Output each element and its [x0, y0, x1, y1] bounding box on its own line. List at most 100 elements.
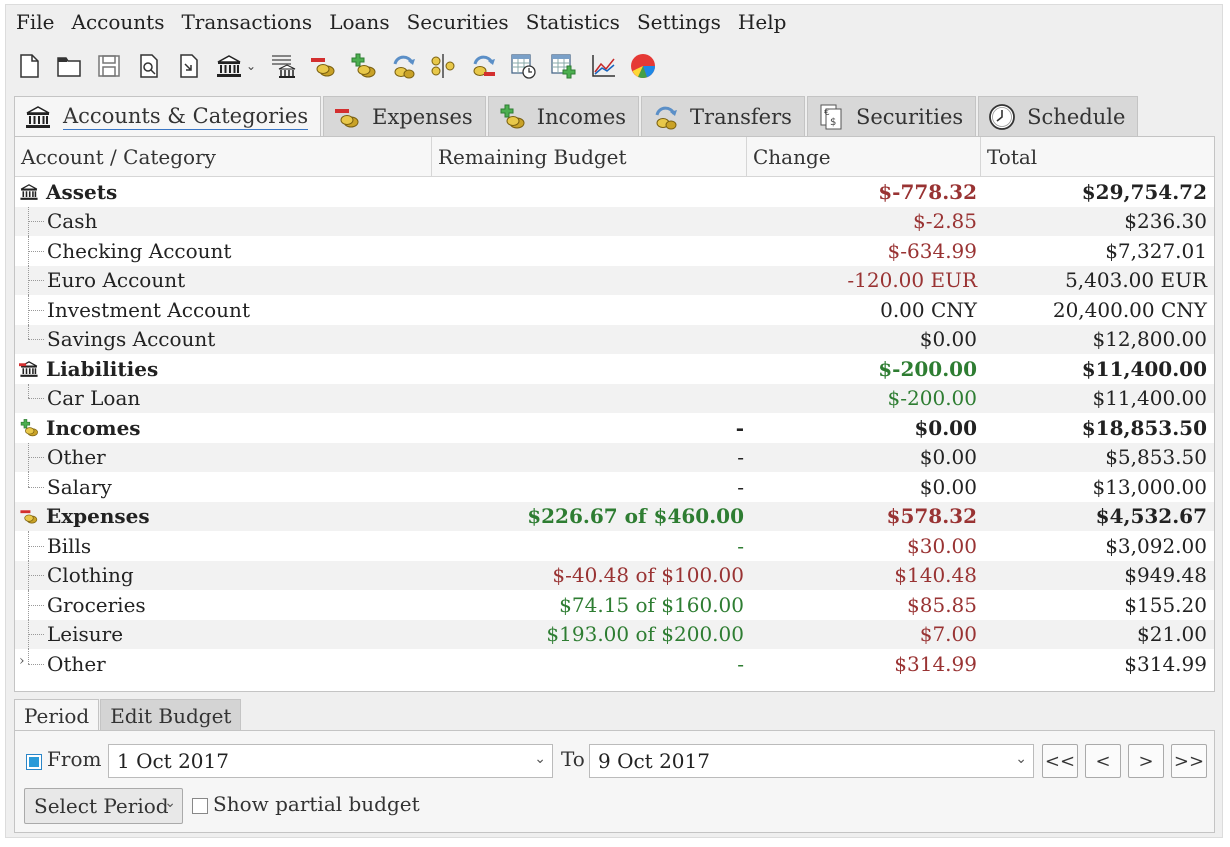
- svg-text:$: $: [830, 117, 836, 128]
- cell-change: $7.00: [919, 622, 977, 647]
- tree-row[interactable]: Bills - $30.00 $3,092.00: [15, 531, 1214, 561]
- menu-securities[interactable]: Securities: [401, 10, 520, 34]
- row-label: Groceries: [47, 592, 146, 617]
- tree-row[interactable]: Other - $0.00 $5,853.50: [15, 442, 1214, 472]
- menu-loans[interactable]: Loans: [323, 10, 400, 34]
- schedule-icon[interactable]: [508, 50, 538, 82]
- tree-row[interactable]: Clothing $-40.48 of $100.00 $140.48 $949.48: [15, 560, 1214, 590]
- from-date-field[interactable]: 1 Oct 2017 ⌄: [108, 744, 553, 778]
- menu-accounts[interactable]: Accounts: [66, 10, 176, 34]
- from-checkbox[interactable]: [26, 754, 42, 770]
- previous-month-button[interactable]: <: [1085, 744, 1121, 778]
- cell-name: Liabilities: [15, 354, 432, 384]
- previous-year-button[interactable]: <<: [1042, 744, 1078, 778]
- tree-branch-line: [15, 324, 45, 355]
- tree-row[interactable]: › Other - $314.99 $314.99: [15, 649, 1214, 679]
- new-transfer-icon[interactable]: [388, 50, 418, 82]
- tree-branch-line: [15, 590, 45, 620]
- menu-settings[interactable]: Settings: [631, 10, 732, 34]
- partial-budget-checkbox[interactable]: [192, 798, 208, 814]
- tree-row[interactable]: Leisure $193.00 of $200.00 $7.00 $21.00: [15, 619, 1214, 649]
- cell-remaining-budget: -: [737, 651, 744, 676]
- cell-total: $3,092.00: [1105, 533, 1207, 558]
- expand-arrow-icon[interactable]: ›: [19, 653, 25, 669]
- print-preview-icon[interactable]: [134, 50, 164, 82]
- cell-change: $-2.85: [912, 209, 977, 234]
- tree-row[interactable]: Salary - $0.00 $13,000.00: [15, 472, 1214, 502]
- chevron-down-icon[interactable]: ⌄: [246, 59, 256, 73]
- split-transaction-icon[interactable]: [428, 50, 458, 82]
- tree-row-group[interactable]: Incomes - $0.00 $18,853.50: [15, 413, 1214, 443]
- cell-change: $0.00: [919, 327, 977, 352]
- add-schedule-icon[interactable]: [548, 50, 578, 82]
- cell-change: $0.00: [919, 474, 977, 499]
- menu-statistics[interactable]: Statistics: [520, 10, 631, 34]
- tree-row[interactable]: Euro Account -120.00 EUR 5,403.00 EUR: [15, 265, 1214, 295]
- tab-transfers[interactable]: Transfers: [641, 96, 805, 136]
- cell-name: Leisure: [15, 619, 432, 649]
- new-account-icon[interactable]: [268, 50, 298, 82]
- tab-accounts-categories[interactable]: Accounts & Categories: [14, 96, 322, 137]
- menu-help[interactable]: Help: [732, 10, 797, 34]
- cell-total: 20,400.00 CNY: [1052, 297, 1207, 322]
- column-header-remaining-budget[interactable]: Remaining Budget: [432, 137, 747, 177]
- tab-schedule[interactable]: Schedule: [978, 96, 1139, 136]
- tree-branch-line: [15, 236, 45, 266]
- column-header-total[interactable]: Total: [981, 137, 1214, 177]
- cell-change: $-778.32: [878, 179, 977, 204]
- tree-row[interactable]: Groceries $74.15 of $160.00 $85.85 $155.20: [15, 590, 1214, 620]
- line-chart-icon[interactable]: [588, 50, 618, 82]
- tree-row-group[interactable]: Liabilities $-200.00 $11,400.00: [15, 354, 1214, 384]
- new-file-icon[interactable]: [14, 50, 44, 82]
- new-income-icon[interactable]: [348, 50, 378, 82]
- export-icon[interactable]: [174, 50, 204, 82]
- row-label: Liabilities: [46, 356, 159, 381]
- row-label: Incomes: [46, 415, 141, 440]
- tree-body: Assets $-778.32 $29,754.72 Cash $-2.85 $236.3…: [15, 177, 1214, 679]
- tab-period[interactable]: Period: [14, 699, 100, 731]
- cell-remaining-budget: -: [737, 445, 744, 470]
- pie-chart-icon[interactable]: [628, 50, 658, 82]
- from-date-value: 1 Oct 2017: [117, 749, 229, 773]
- open-folder-icon[interactable]: [54, 50, 84, 82]
- income-icon: [497, 102, 527, 132]
- expense-icon: [18, 505, 40, 527]
- tree-row-group[interactable]: Assets $-778.32 $29,754.72: [15, 177, 1214, 207]
- tree-row[interactable]: Car Loan $-200.00 $11,400.00: [15, 383, 1214, 413]
- tab-edit-budget[interactable]: Edit Budget: [100, 699, 242, 731]
- next-month-button[interactable]: >: [1128, 744, 1164, 778]
- select-period-button[interactable]: Select Period ⌄: [24, 788, 183, 824]
- tab-securities[interactable]: € $ Securities: [806, 96, 977, 136]
- cell-remaining-budget: -: [735, 415, 744, 440]
- column-header-account[interactable]: Account / Category: [15, 137, 432, 177]
- cell-total: $314.99: [1124, 651, 1207, 676]
- cell-remaining-budget: -: [737, 474, 744, 499]
- accounts-tree[interactable]: Account / Category Remaining Budget Chan…: [14, 136, 1215, 692]
- cell-total: $7,327.01: [1105, 238, 1207, 263]
- tab-label: Expenses: [372, 104, 473, 129]
- chevron-down-icon[interactable]: ⌄: [534, 751, 546, 767]
- to-date-field[interactable]: 9 Oct 2017 ⌄: [589, 744, 1034, 778]
- next-year-button[interactable]: >>: [1171, 744, 1207, 778]
- column-header-change[interactable]: Change: [747, 137, 981, 177]
- tree-branch-line: [15, 442, 45, 472]
- chevron-down-icon[interactable]: ⌄: [1015, 751, 1027, 767]
- tab-expenses[interactable]: Expenses: [323, 96, 486, 136]
- row-label: Checking Account: [47, 238, 232, 263]
- tree-row[interactable]: Investment Account 0.00 CNY 20,400.00 CNY: [15, 295, 1214, 325]
- cell-remaining-budget: -: [737, 533, 744, 558]
- bank-account-icon[interactable]: [214, 50, 244, 82]
- bank-icon: [23, 102, 53, 132]
- repeat-transfer-icon[interactable]: [468, 50, 498, 82]
- main-tabs: Accounts & Categories Expenses Incomes T…: [14, 96, 1140, 137]
- tree-branch-line: [15, 619, 45, 649]
- new-expense-icon[interactable]: [308, 50, 338, 82]
- menu-file[interactable]: File: [10, 10, 66, 34]
- tab-incomes[interactable]: Incomes: [487, 96, 640, 136]
- menu-transactions[interactable]: Transactions: [175, 10, 323, 34]
- tree-row-group[interactable]: Expenses $226.67 of $460.00 $578.32 $4,532.…: [15, 501, 1214, 531]
- tree-row[interactable]: Savings Account $0.00 $12,800.00: [15, 324, 1214, 355]
- tree-row[interactable]: Cash $-2.85 $236.30: [15, 206, 1214, 236]
- tree-row[interactable]: Checking Account $-634.99 $7,327.01: [15, 236, 1214, 266]
- save-icon[interactable]: [94, 50, 124, 82]
